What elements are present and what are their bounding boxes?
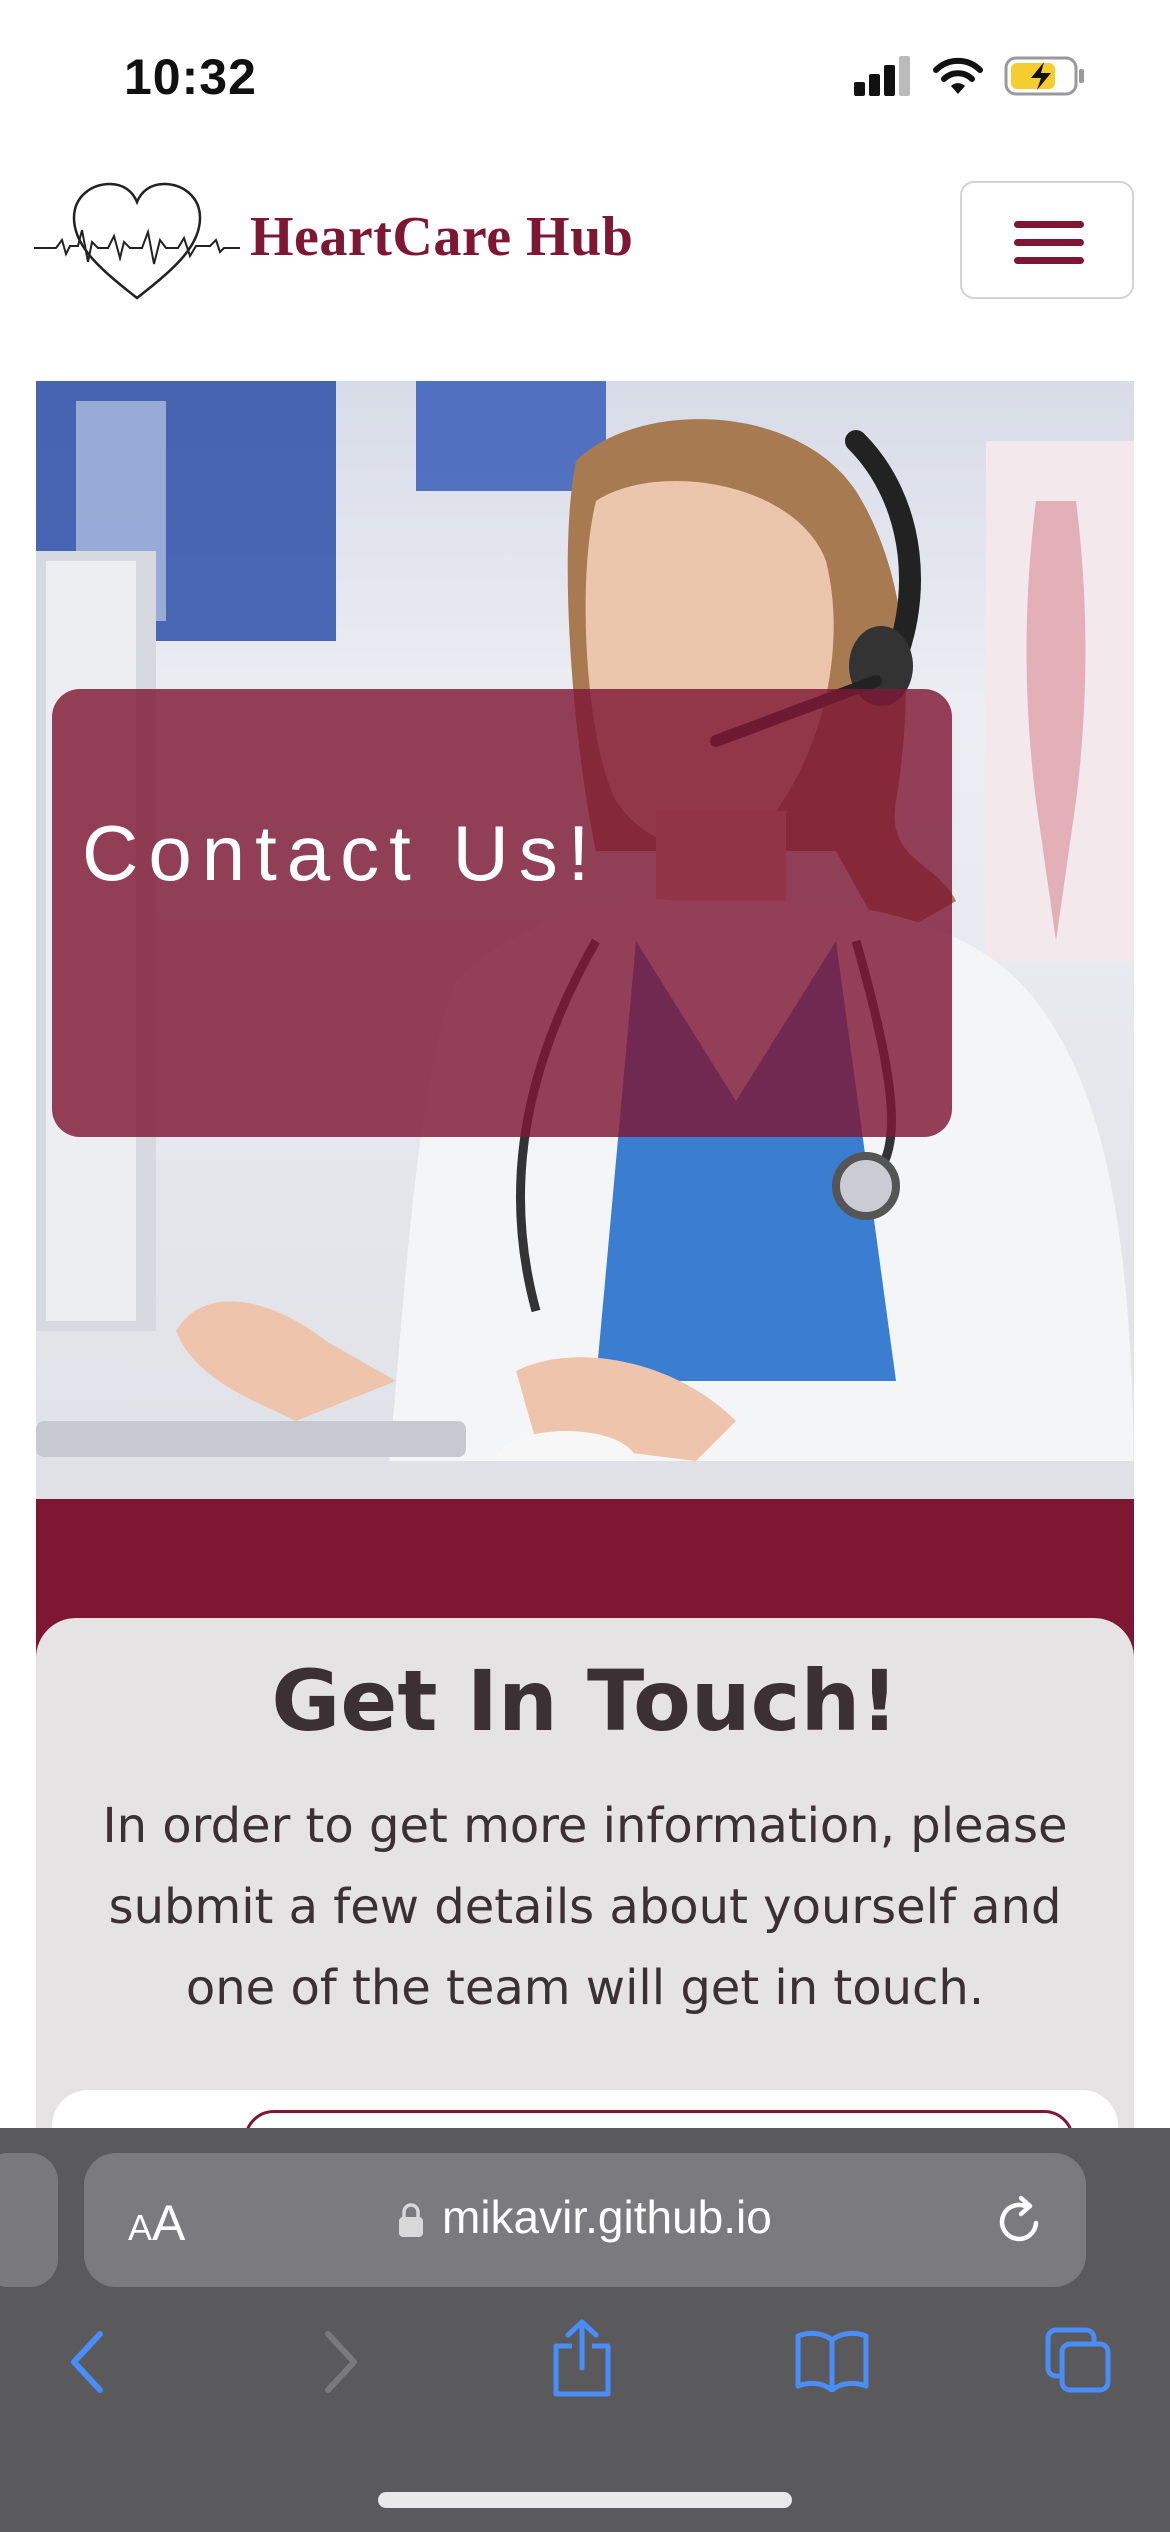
- previous-tab-pill[interactable]: [0, 2153, 58, 2287]
- cellular-signal-icon: [854, 56, 912, 96]
- menu-button[interactable]: [960, 181, 1134, 299]
- forward-icon[interactable]: [318, 2330, 362, 2399]
- status-icons: [854, 54, 1086, 98]
- url-text[interactable]: mikavir.github.io: [442, 2190, 772, 2244]
- hamburger-menu-icon-line: [1014, 239, 1084, 246]
- bookmarks-icon[interactable]: [794, 2328, 870, 2397]
- hamburger-menu-icon-line: [1014, 257, 1084, 264]
- status-bar: 10:32: [0, 0, 1170, 150]
- home-indicator: [378, 2492, 792, 2508]
- back-icon[interactable]: [66, 2330, 110, 2399]
- status-time: 10:32: [124, 49, 257, 105]
- tabs-icon[interactable]: [1044, 2326, 1114, 2401]
- battery-charging-icon: [1004, 55, 1086, 97]
- brand-name[interactable]: HeartCare Hub: [250, 205, 633, 269]
- hero-overlay-card: [52, 689, 952, 1137]
- heart-pulse-icon[interactable]: [34, 180, 240, 302]
- lock-icon: [398, 2202, 424, 2238]
- hero-title: Contact Us!: [82, 809, 600, 897]
- text-size-button[interactable]: AA: [128, 2194, 185, 2252]
- get-in-touch-description: In order to get more information, please…: [102, 1798, 1068, 2016]
- text-size-small-label: A: [128, 2207, 153, 2248]
- wifi-icon: [932, 56, 984, 96]
- share-icon[interactable]: [550, 2318, 614, 2403]
- hamburger-menu-icon: [1014, 221, 1084, 228]
- text-size-big-label: A: [152, 2195, 186, 2251]
- reload-icon[interactable]: [992, 2193, 1048, 2249]
- get-in-touch-title: Get In Touch!: [271, 1652, 899, 1750]
